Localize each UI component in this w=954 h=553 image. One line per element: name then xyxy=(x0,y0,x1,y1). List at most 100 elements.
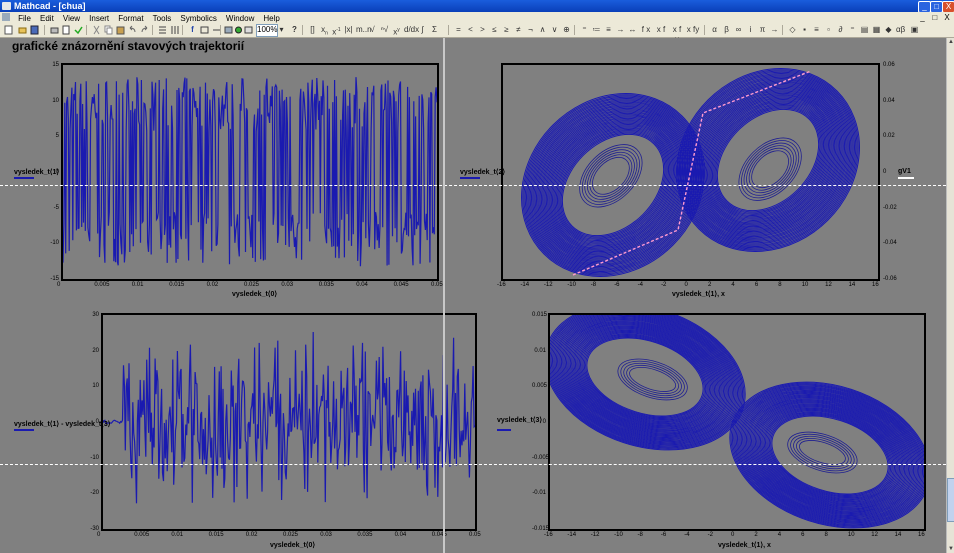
symbol-and[interactable]: ∧ xyxy=(538,25,547,35)
symbol-global-define[interactable]: ≡ xyxy=(604,25,613,35)
horizontal-guide-line xyxy=(0,464,946,465)
graph-icon[interactable]: ▤ xyxy=(860,25,869,35)
vector-icon[interactable]: → xyxy=(770,25,779,35)
sqrt-icon[interactable]: √ xyxy=(368,25,377,35)
toolbar-separator xyxy=(704,25,705,35)
boolean-icon[interactable]: ≡ xyxy=(812,25,821,35)
x-tick-label: 0.04 xyxy=(356,282,368,288)
spellcheck-icon[interactable] xyxy=(74,25,83,35)
plot-1-area[interactable] xyxy=(61,63,439,281)
undo-icon[interactable] xyxy=(128,25,137,35)
save-icon[interactable] xyxy=(30,25,39,35)
calc-palette-icon[interactable]: ▣ xyxy=(910,25,919,35)
scroll-up-icon[interactable]: ▲ xyxy=(947,38,954,46)
toolbar-separator xyxy=(782,25,783,35)
keyword-icon[interactable]: ◇ xyxy=(788,25,797,35)
plot-3-area[interactable] xyxy=(101,313,477,531)
y-tick-label: -20 xyxy=(90,490,99,497)
help-icon[interactable]: ? xyxy=(290,25,299,35)
symbol-fx[interactable]: f x xyxy=(640,25,652,35)
symbol-greater[interactable]: > xyxy=(478,25,487,35)
print-preview-icon[interactable] xyxy=(62,25,71,35)
scroll-down-icon[interactable]: ▼ xyxy=(947,545,954,553)
zoom-select[interactable]: 100% xyxy=(256,24,278,37)
x-tick-label: -2 xyxy=(707,532,713,538)
x-tick-label: 10 xyxy=(847,532,855,538)
symbol-le[interactable]: ≤ xyxy=(490,25,499,35)
insert-function-icon[interactable]: f xyxy=(188,25,197,35)
symbol-xor[interactable]: ⊕ xyxy=(562,25,571,35)
abs-icon[interactable]: |x| xyxy=(344,25,353,35)
resources-icon[interactable] xyxy=(234,25,243,35)
superscript-icon[interactable]: xy xyxy=(392,25,401,37)
x-tick-label: 0 xyxy=(97,532,101,538)
x-tick-label: 4 xyxy=(777,532,782,538)
y-tick-label: 0.01 xyxy=(534,347,546,354)
copy-icon[interactable] xyxy=(104,25,113,35)
program-icon[interactable]: ▪ xyxy=(800,25,809,35)
symbol-xfy[interactable]: x f y xyxy=(670,25,684,44)
nth-root-icon[interactable]: ⁿ√ xyxy=(380,25,389,35)
greek-beta-icon[interactable]: β xyxy=(722,25,731,35)
y-tick-label: -0.01 xyxy=(532,490,546,497)
inverse-icon[interactable]: x-1 xyxy=(332,25,341,37)
symbol-eval[interactable]: ⁼ xyxy=(580,25,589,35)
x-tick-label: 6 xyxy=(754,282,759,288)
chevron-down-icon[interactable]: ▾ xyxy=(278,25,285,35)
symbol-less[interactable]: < xyxy=(466,25,475,35)
symbol-define[interactable]: ≔ xyxy=(592,25,601,35)
new-doc-icon[interactable] xyxy=(4,25,13,35)
calculus-icon[interactable]: ∂ xyxy=(836,25,845,35)
symbol-ge[interactable]: ≥ xyxy=(502,25,511,35)
vertical-scrollbar[interactable]: ▲ ▼ xyxy=(946,38,954,553)
plot-4-area[interactable] xyxy=(548,313,926,531)
infinity-icon[interactable]: ∞ xyxy=(734,25,743,35)
doc-restore-button[interactable]: □ xyxy=(930,12,940,23)
cut-icon[interactable] xyxy=(92,25,101,35)
modifier-icon[interactable]: ▫ xyxy=(824,25,833,35)
open-icon[interactable] xyxy=(18,25,27,35)
evaluation-icon[interactable]: ⁼ xyxy=(848,25,857,35)
document-icon[interactable] xyxy=(2,13,10,21)
x-tick-label: -14 xyxy=(520,282,530,288)
redo-icon[interactable] xyxy=(140,25,149,35)
integral-icon[interactable]: ∫ xyxy=(418,25,427,35)
greek-alpha-icon[interactable]: α xyxy=(710,25,719,35)
x-tick-label: 0.035 xyxy=(318,282,334,288)
window-title: Mathcad - [chua] xyxy=(14,1,86,11)
symbol-arrow[interactable]: → xyxy=(616,25,625,35)
y-tick-label: 15 xyxy=(52,62,59,68)
print-icon[interactable] xyxy=(50,25,59,35)
symbol-xf[interactable]: x f xyxy=(655,25,667,35)
doc-minimize-button[interactable]: _ xyxy=(918,12,928,23)
range-icon[interactable]: m..n xyxy=(356,25,372,35)
align-vertical-icon[interactable] xyxy=(170,25,179,35)
symbol-not[interactable]: ¬ xyxy=(526,25,535,35)
symbol-double-arrow[interactable]: ↔ xyxy=(628,25,637,35)
pi-icon[interactable]: π xyxy=(758,25,767,35)
complex-icon[interactable]: i xyxy=(746,25,755,35)
doc-close-button[interactable]: X xyxy=(942,12,952,23)
paste-icon[interactable] xyxy=(116,25,125,35)
greek-palette-icon[interactable]: αβ xyxy=(896,25,905,35)
sum-icon[interactable]: Σ xyxy=(430,25,439,35)
symbol-equals[interactable]: = xyxy=(454,25,463,35)
plot-1-ylabel: vysledek_t⟨1⟩ xyxy=(14,169,60,176)
matrix-icon[interactable]: [] xyxy=(308,25,317,35)
scrollbar-thumb[interactable] xyxy=(947,478,954,522)
derivative-icon[interactable]: d/dx xyxy=(404,25,419,35)
plot-2-right-label: gV1 xyxy=(898,168,911,175)
insert-image-icon[interactable] xyxy=(224,25,233,35)
subscript-icon[interactable]: xn xyxy=(320,25,329,37)
matrix-palette-icon[interactable]: ▦ xyxy=(872,25,881,35)
insert-unit-icon[interactable] xyxy=(200,25,209,35)
symbol-xfy-alt[interactable]: x fy xyxy=(686,25,700,35)
x-tick-label: 0 xyxy=(57,282,61,288)
symbolic-icon[interactable]: ◆ xyxy=(884,25,893,35)
component-icon[interactable] xyxy=(244,25,253,35)
plot-2-area[interactable] xyxy=(501,63,880,281)
symbol-or[interactable]: ∨ xyxy=(550,25,559,35)
align-icon[interactable] xyxy=(158,25,167,35)
symbol-ne[interactable]: ≠ xyxy=(514,25,523,35)
x-tick-label: 0.025 xyxy=(283,532,299,538)
